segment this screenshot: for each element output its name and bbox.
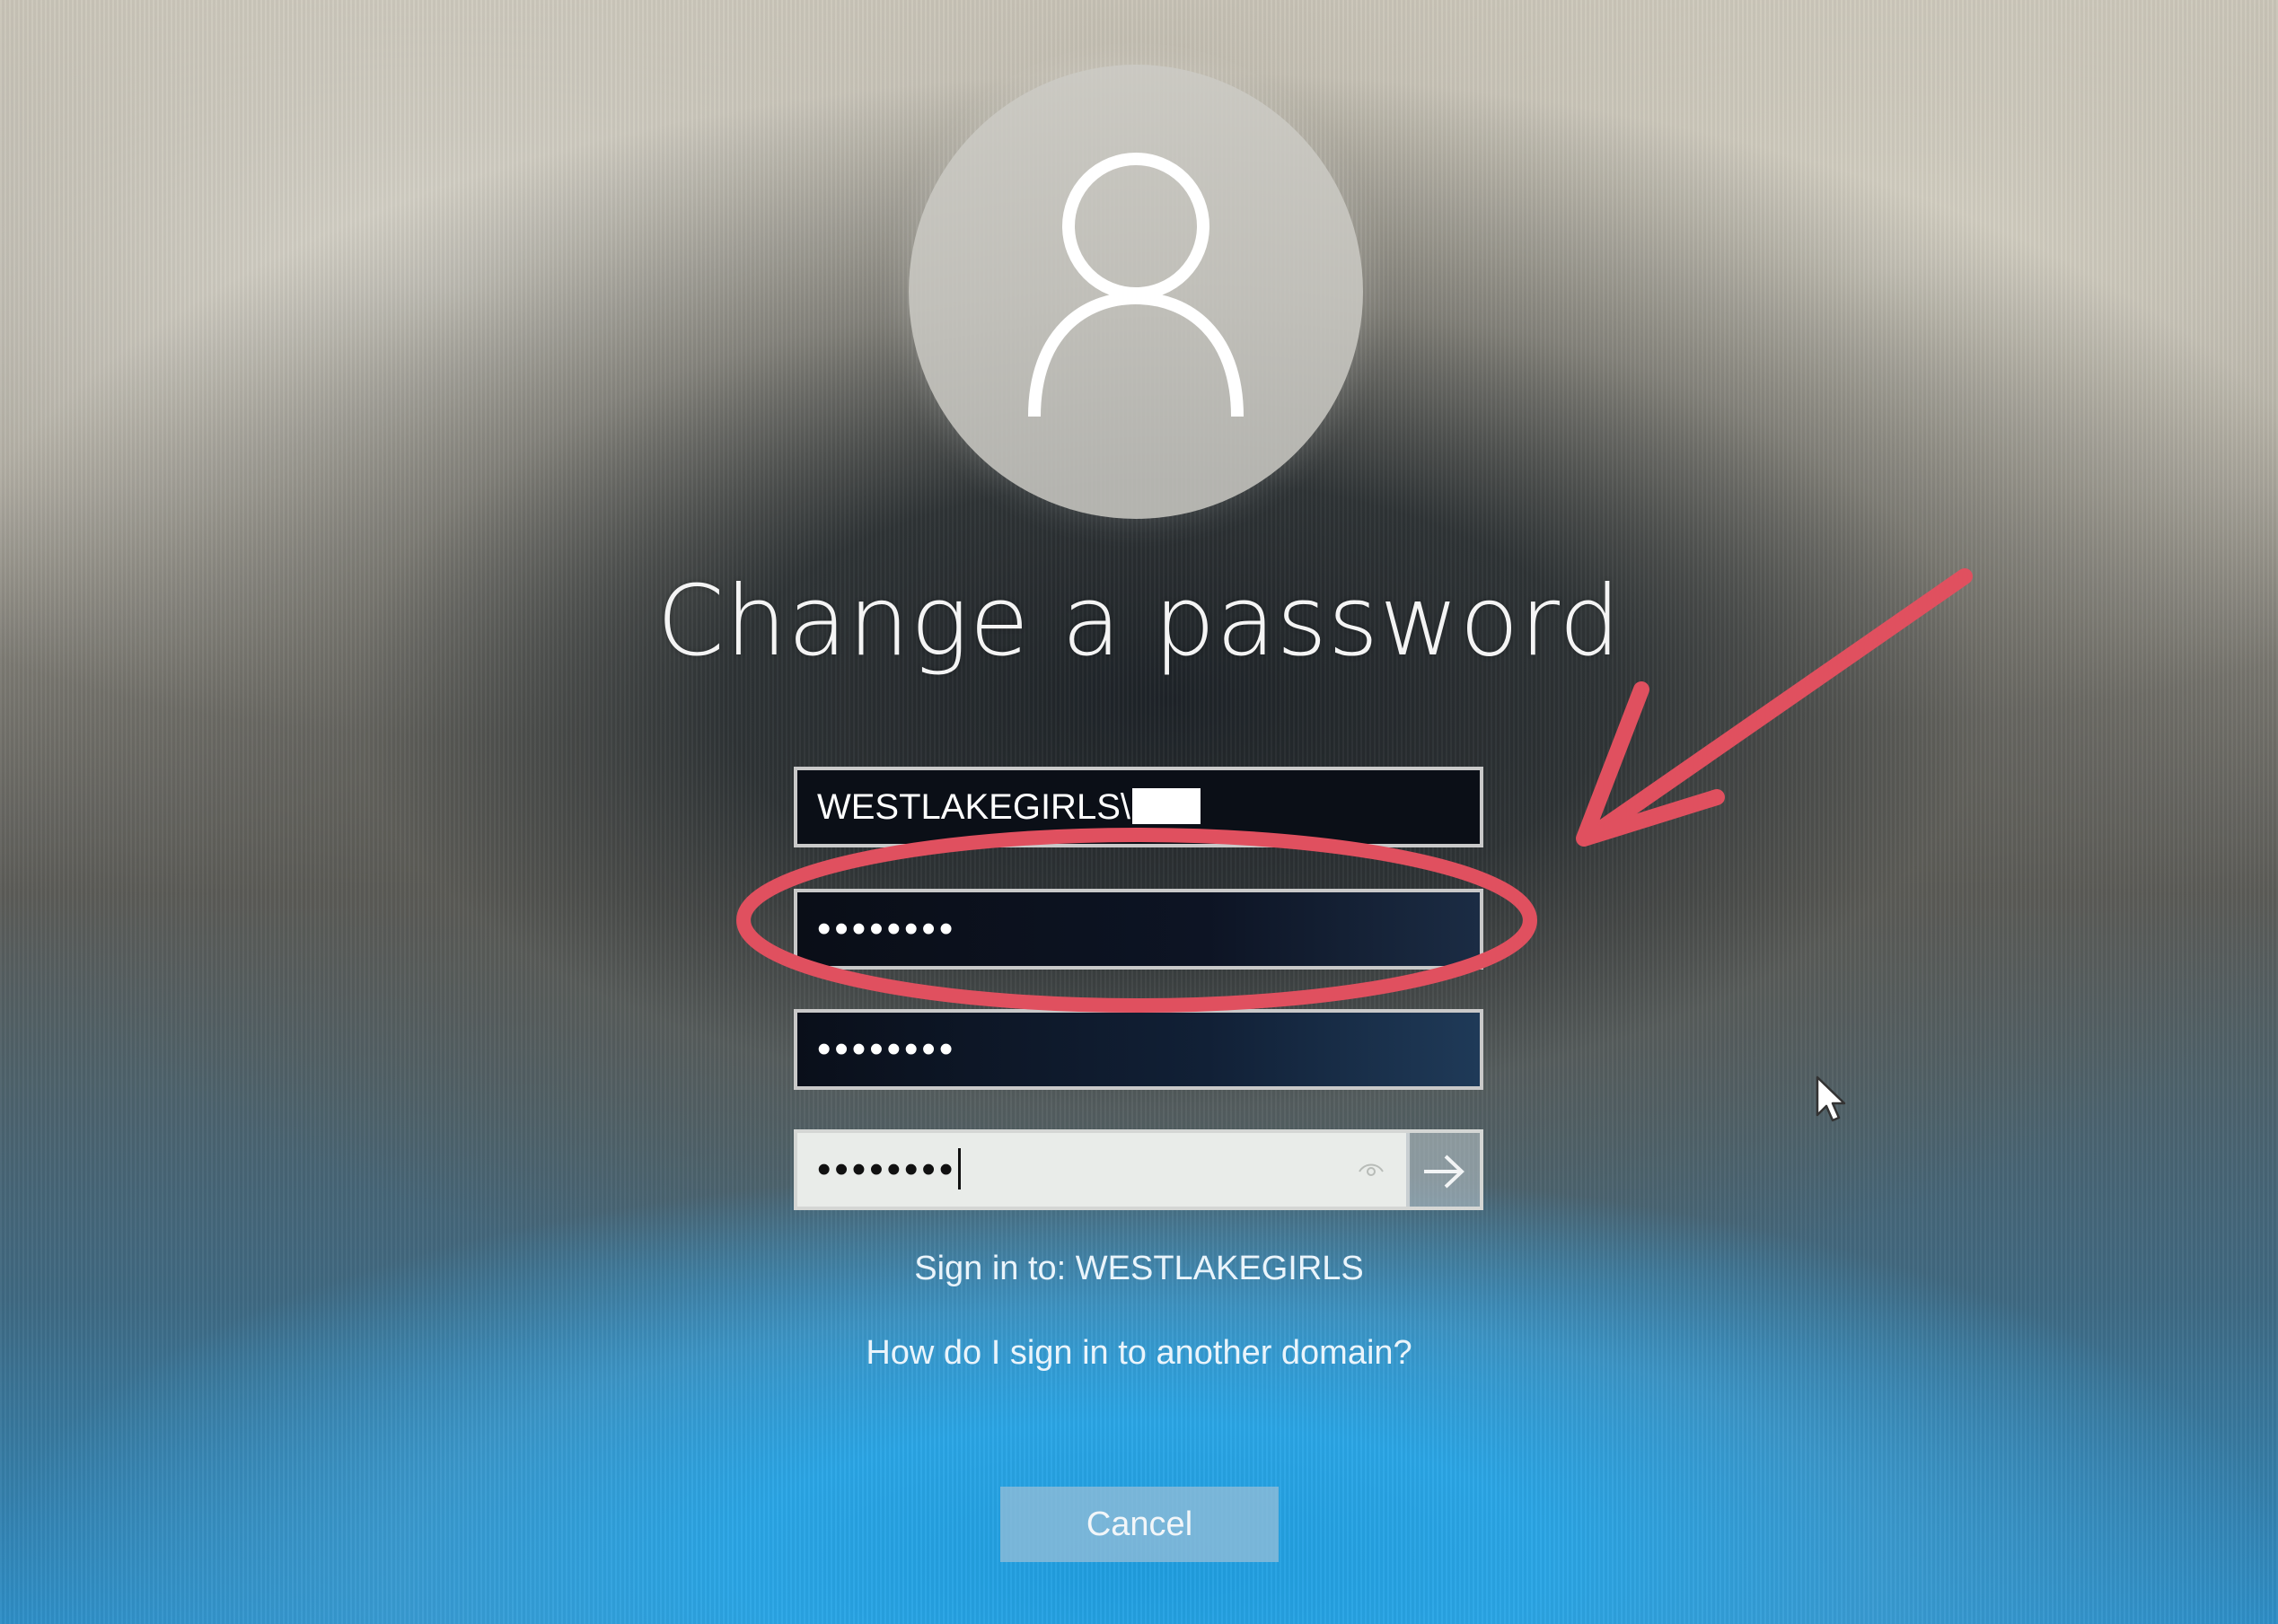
arrow-right-icon	[1424, 1154, 1464, 1189]
username-field[interactable]: WESTLAKEGIRLS\	[794, 767, 1483, 847]
text-caret	[958, 1148, 962, 1189]
submit-button[interactable]	[1406, 1129, 1483, 1210]
user-icon	[1028, 153, 1244, 417]
eye-icon[interactable]	[1358, 1156, 1385, 1183]
sign-in-domain-text: Sign in to: WESTLAKEGIRLS	[914, 1250, 1364, 1287]
confirm-password-mask: ••••••••	[817, 1147, 957, 1191]
other-domain-link[interactable]: How do I sign in to another domain?	[0, 1334, 2278, 1373]
old-password-field[interactable]: ••••••••	[794, 889, 1483, 970]
lock-screen-background: Change a password WESTLAKEGIRLS\ •••••••…	[0, 0, 2278, 1624]
page-title: Change a password	[656, 566, 1622, 678]
confirm-password-field[interactable]: ••••••••	[794, 1129, 1410, 1210]
redacted-username	[1131, 788, 1201, 824]
username-value: WESTLAKEGIRLS\	[817, 787, 1130, 827]
old-password-mask: ••••••••	[817, 907, 957, 951]
arrow-head	[1576, 681, 1725, 847]
cancel-button[interactable]: Cancel	[1000, 1487, 1279, 1562]
new-password-field[interactable]: ••••••••	[794, 1009, 1483, 1090]
new-password-mask: ••••••••	[817, 1027, 957, 1071]
user-avatar	[909, 65, 1363, 519]
mouse-pointer-icon	[1816, 1075, 1846, 1122]
